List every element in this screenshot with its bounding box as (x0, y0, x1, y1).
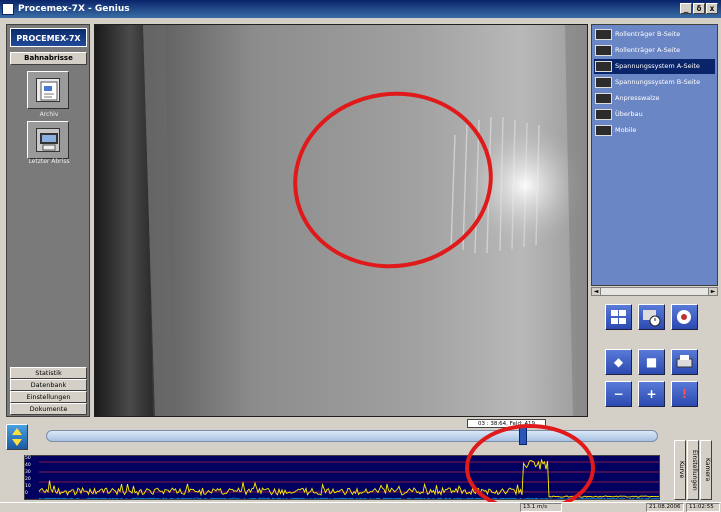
camera-icon (595, 61, 612, 72)
camera-item[interactable]: Spannungssystem B-Seite (594, 75, 715, 90)
left-sidebar: PROCEMEX-7X Bahnabrisse Archiv Letzter A… (6, 24, 90, 417)
y-tick: 0 (25, 491, 28, 496)
print-button[interactable] (671, 349, 698, 375)
printer-screen-icon (36, 128, 60, 152)
print-icon (676, 355, 693, 368)
updown-arrow-icon (12, 428, 22, 446)
camera-settings-button[interactable] (671, 304, 698, 330)
camera-item[interactable]: Mobile (594, 123, 715, 138)
marker-button[interactable]: ! (671, 381, 698, 407)
time-dial-button[interactable] (638, 304, 665, 330)
status-bar: 13.1 m/s 21.08.2006 11:02:55 (0, 502, 721, 512)
app-icon (2, 3, 14, 15)
archive-label: Archiv (39, 111, 59, 118)
timeline-toggle-button[interactable] (6, 424, 28, 450)
last-break-button[interactable] (27, 121, 69, 159)
camera-icon (595, 93, 612, 104)
split-view-button[interactable]: ◆ (605, 349, 632, 375)
camera-settings-icon (677, 310, 691, 324)
camera-view (94, 24, 588, 417)
minimize-button[interactable]: _ (680, 3, 692, 14)
tab-einstellungen[interactable]: Einstellungen (687, 440, 699, 500)
camera-item[interactable]: Anpresswalze (594, 91, 715, 106)
archive-button[interactable] (27, 71, 69, 109)
tab-kamera[interactable]: Kamera (700, 440, 712, 500)
y-tick: 40 (25, 463, 31, 468)
camera-item[interactable]: Rollenträger B-Seite (594, 27, 715, 42)
camera-item[interactable]: Rollenträger A-Seite (594, 43, 715, 58)
window-title: Procemex-7X - Genius (18, 4, 130, 14)
camera-icon (595, 45, 612, 56)
last-break-label: Letzter Abriss (28, 158, 70, 165)
graph-y-axis: 50 40 30 20 10 0 (24, 455, 38, 500)
application-window: Procemex-7X - Genius _ δ x PROCEMEX-7X B… (0, 0, 721, 512)
camera-item-selected[interactable]: Spannungssystem A-Seite (594, 59, 715, 74)
group-title: Bahnabrisse (10, 52, 87, 65)
camera-image (95, 25, 587, 416)
nav-einstellungen[interactable]: Einstellungen (10, 391, 87, 403)
title-bar: Procemex-7X - Genius _ δ x (0, 0, 721, 18)
scroll-right-button[interactable]: ► (708, 288, 717, 295)
minus-button[interactable]: − (605, 381, 632, 407)
camera-icon (595, 109, 612, 120)
maximize-button[interactable]: δ (693, 3, 705, 14)
highlight-circle-graph (465, 424, 595, 511)
y-tick: 50 (25, 456, 31, 461)
tab-kurve[interactable]: Kurve (674, 440, 686, 500)
grid-view-button[interactable] (605, 304, 632, 330)
plus-button[interactable]: + (638, 381, 665, 407)
grid-view-icon (611, 310, 626, 324)
procemex-logo: PROCEMEX-7X (10, 28, 87, 47)
window-controls: _ δ x (680, 3, 718, 14)
right-panel: Rollenträger B-Seite Rollenträger A-Seit… (591, 24, 718, 417)
y-tick: 10 (25, 484, 31, 489)
nav-datenbank[interactable]: Datenbank (10, 379, 87, 391)
camera-icon (595, 77, 612, 88)
time-dial-icon (643, 310, 661, 327)
stop-button[interactable]: ■ (638, 349, 665, 375)
camera-icon (595, 29, 612, 40)
scroll-left-button[interactable]: ◄ (592, 288, 601, 295)
camera-item[interactable]: Überbau (594, 107, 715, 122)
camera-list-scrollbar[interactable]: ◄ ► (591, 287, 718, 296)
camera-list: Rollenträger B-Seite Rollenträger A-Seit… (591, 24, 718, 286)
close-button[interactable]: x (706, 3, 718, 14)
y-tick: 30 (25, 470, 31, 475)
nav-statistik[interactable]: Statistik (10, 367, 87, 379)
nav-dokumente[interactable]: Dokumente (10, 403, 87, 415)
camera-icon (595, 125, 612, 136)
y-tick: 20 (25, 477, 31, 482)
document-chart-icon (36, 78, 60, 102)
